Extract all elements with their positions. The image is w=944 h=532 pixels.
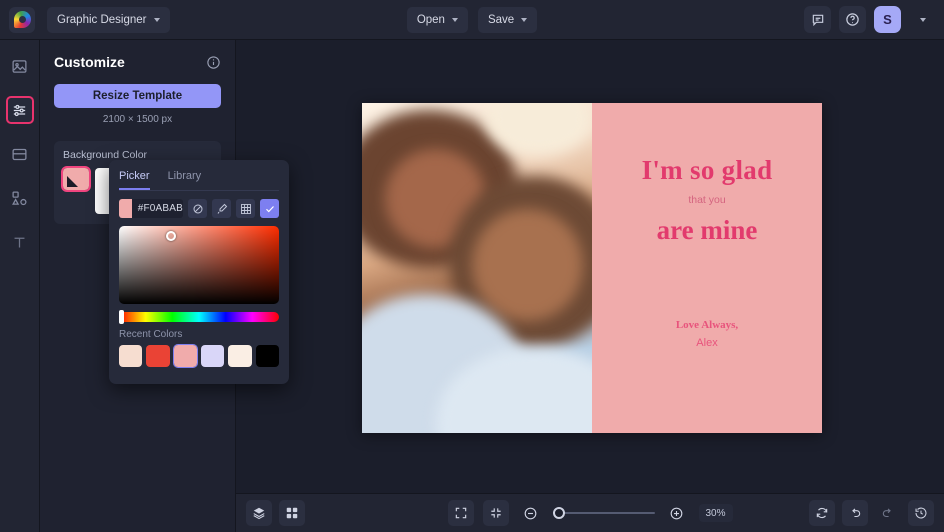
hue-handle[interactable] [119,310,124,324]
rail-item-images[interactable] [6,52,34,80]
zoom-level[interactable]: 30% [698,504,733,522]
no-color-icon[interactable] [188,199,207,218]
chevron-down-icon [451,17,458,22]
app-logo[interactable] [9,6,35,33]
recent-color-6[interactable] [255,345,279,367]
picker-tabs: Picker Library [119,168,279,191]
greeting-card-panel[interactable]: I'm so glad that you are mine Love Alway… [592,103,822,433]
info-icon[interactable] [206,55,221,70]
brand-color-wheel-icon [13,11,31,28]
rail-item-elements[interactable] [6,184,34,212]
tab-picker[interactable]: Picker [119,168,150,190]
zoom-controls: 30% [445,500,735,526]
hex-value: #F0ABAB [137,203,183,214]
expand-icon[interactable] [447,500,474,526]
document-name-label: Graphic Designer [57,13,147,26]
redo-icon[interactable] [875,500,901,526]
artboard[interactable]: I'm so glad that you are mine Love Alway… [362,103,822,433]
recent-colors-label: Recent Colors [119,329,183,340]
save-button[interactable]: Save [477,6,538,33]
undo-icon[interactable] [842,500,868,526]
comment-icon[interactable] [804,6,831,33]
document-name-dropdown[interactable]: Graphic Designer [47,6,171,33]
hex-input-row: #F0ABAB [119,199,279,218]
recent-color-1[interactable] [119,345,143,367]
smiling-couple-photo[interactable] [362,103,592,433]
open-button[interactable]: Open [406,6,468,33]
top-bar-actions: S [804,6,936,33]
color-picker-popup: Picker Library #F0ABAB Recent Colors [109,160,289,384]
bottom-bar: 30% [236,493,944,532]
grid-view-icon[interactable] [279,500,305,526]
sv-handle[interactable] [166,231,176,241]
design-editor-app: Graphic Designer Open Save S Customize R… [0,0,944,532]
signature-line1[interactable]: Love Always, [676,319,738,331]
check-icon[interactable] [260,199,279,218]
bottom-left-tools [246,500,305,526]
page-title: Customize [54,54,125,70]
zoom-slider[interactable] [552,506,655,520]
hex-input[interactable]: #F0ABAB [119,199,183,218]
canvas-area[interactable]: I'm so glad that you are mine Love Alway… [236,40,944,493]
recent-color-5[interactable] [228,345,252,367]
file-actions: Open Save [322,6,622,33]
chevron-down-icon [521,17,528,22]
zoom-in-icon[interactable] [664,500,690,526]
grid-icon[interactable] [236,199,255,218]
recent-color-3[interactable] [172,344,198,368]
layers-icon[interactable] [246,500,272,526]
tool-rail [0,40,40,532]
swatch-selected[interactable] [61,166,91,192]
history-icon[interactable] [908,500,934,526]
fit-to-screen-icon[interactable] [482,500,509,526]
current-color-chip [119,199,132,218]
recent-colors-row [119,344,279,368]
tab-library[interactable]: Library [168,168,202,190]
rail-item-text[interactable] [6,228,34,256]
account-menu-button[interactable] [909,6,936,33]
recent-color-4[interactable] [200,345,225,367]
headline2-text[interactable]: are mine [657,215,758,246]
rail-item-layouts[interactable] [6,140,34,168]
template-dimensions: 2100 × 1500 px [102,114,173,125]
panel-header: Customize [54,54,221,70]
chevron-down-icon [154,17,161,22]
open-label: Open [416,13,445,26]
help-circle-icon[interactable] [839,6,866,33]
save-label: Save [487,13,515,26]
top-bar: Graphic Designer Open Save S [0,0,944,40]
sync-icon[interactable] [809,500,835,526]
rail-item-customize[interactable] [5,96,34,124]
headline-text[interactable]: I'm so glad [642,155,773,186]
saturation-value-area[interactable] [119,226,279,304]
resize-template-button[interactable]: Resize Template [54,84,221,108]
zoom-out-icon[interactable] [518,500,544,526]
signature-line2[interactable]: Alex [696,337,717,349]
zoom-slider-handle[interactable] [552,507,565,519]
avatar-initial: S [883,12,892,27]
recent-color-2[interactable] [146,345,170,367]
chevron-down-icon [919,17,926,22]
history-controls [809,500,934,526]
hue-slider[interactable] [119,310,279,324]
zoom-slider-track [552,512,655,514]
eyedropper-icon[interactable] [212,199,231,218]
subline-text[interactable]: that you [688,194,725,206]
avatar[interactable]: S [874,6,901,33]
